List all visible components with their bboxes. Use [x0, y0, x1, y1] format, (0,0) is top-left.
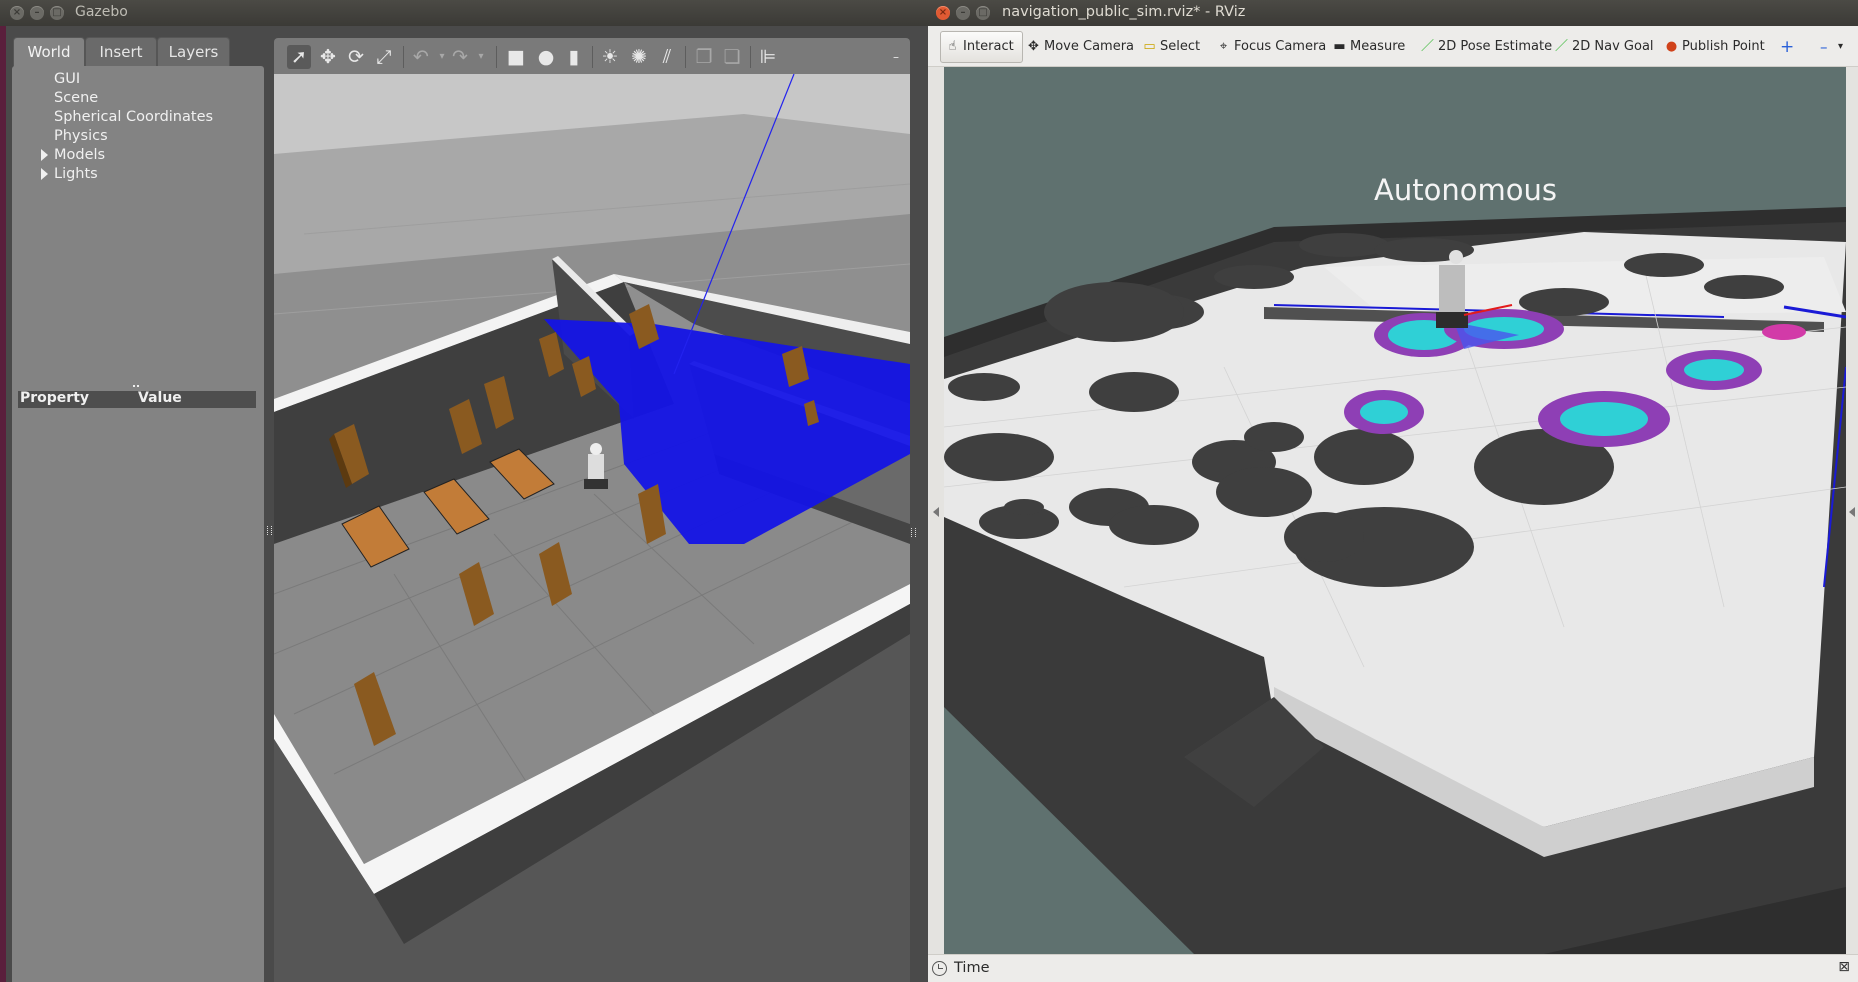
viewport-splitter[interactable]: [910, 38, 918, 982]
tool-2d-nav-goal[interactable]: ／ 2D Nav Goal: [1554, 36, 1654, 58]
rviz-toolbar: ☝ Interact ✥ Move Camera ▭ Select ⌖ Focus Ca…: [928, 27, 1858, 67]
toolbar-separator: [592, 46, 593, 68]
splitter-handle[interactable]: [133, 385, 139, 389]
sphere-shape-icon[interactable]: ●: [534, 45, 558, 69]
tool-label: Interact: [963, 39, 1014, 54]
rviz-titlebar: × – □ navigation_public_sim.rviz* - RViz: [928, 0, 1858, 26]
tree-item-physics[interactable]: Physics: [54, 128, 108, 144]
directional-light-icon[interactable]: ⫽: [655, 45, 679, 69]
expand-left-icon[interactable]: [933, 507, 939, 517]
toolbar-separator: [685, 46, 686, 68]
pose-arrow-icon: ／: [1420, 39, 1434, 54]
expand-right-icon[interactable]: [1849, 507, 1855, 517]
tool-publish-point[interactable]: ● Publish Point: [1664, 36, 1765, 58]
tree-item-scene[interactable]: Scene: [54, 90, 98, 106]
gazebo-3d-viewport[interactable]: [274, 74, 910, 982]
window-title: Gazebo: [75, 4, 128, 20]
goal-arrow-icon: ／: [1554, 39, 1568, 54]
close-icon[interactable]: ×: [936, 6, 950, 20]
close-icon[interactable]: ×: [10, 6, 24, 20]
desktop-edge: [0, 26, 6, 982]
move-camera-icon: ✥: [1028, 39, 1039, 54]
tool-label: Measure: [1350, 39, 1406, 54]
focus-camera-icon: ⌖: [1219, 39, 1228, 54]
gazebo-window: × – □ Gazebo World Insert Layers GUI Sce…: [0, 0, 928, 982]
add-tool-icon[interactable]: +: [1780, 36, 1794, 58]
tool-move-camera[interactable]: ✥ Move Camera: [1026, 36, 1134, 58]
autonomous-overlay-text: Autonomous: [1374, 173, 1557, 207]
paste-icon[interactable]: ❏: [720, 45, 744, 69]
map-pin-icon: ●: [1665, 39, 1678, 54]
close-panel-icon[interactable]: ⊠: [1838, 959, 1850, 975]
gazebo-toolbar: ➚ ✥ ⟳ ⤢ ↶ ▾ ↷ ▾ ■ ● ▮ ☀ ✺ ⫽ ❐ ❏ ⊫ –: [274, 38, 910, 74]
tool-label: 2D Pose Estimate: [1438, 39, 1553, 54]
gazebo-titlebar: × – □ Gazebo: [0, 0, 928, 26]
gazebo-scene-canvas[interactable]: [274, 74, 910, 982]
right-dock-collapsed[interactable]: [1846, 67, 1858, 954]
tool-label: 2D Nav Goal: [1572, 39, 1654, 54]
spot-light-icon[interactable]: ✺: [627, 45, 651, 69]
value-header: Value: [138, 390, 182, 406]
rviz-window: × – □ navigation_public_sim.rviz* - RViz…: [928, 0, 1858, 982]
minimize-icon[interactable]: –: [956, 6, 970, 20]
toolbar-menu-icon[interactable]: ▾: [1838, 36, 1843, 58]
tool-measure[interactable]: ▬ Measure: [1332, 36, 1405, 58]
copy-icon[interactable]: ❐: [692, 45, 716, 69]
time-panel: Time ⊠: [928, 954, 1858, 982]
scale-mode-icon[interactable]: ⤢: [372, 45, 396, 69]
left-dock-collapsed[interactable]: [928, 67, 944, 954]
point-light-icon[interactable]: ☀: [598, 45, 622, 69]
tool-2d-pose-estimate[interactable]: ／ 2D Pose Estimate: [1420, 36, 1552, 58]
cylinder-shape-icon[interactable]: ▮: [562, 45, 586, 69]
ruler-icon: ▬: [1333, 39, 1346, 54]
remove-tool-icon[interactable]: –: [1820, 36, 1828, 58]
rviz-3d-viewport[interactable]: Autonomous: [944, 67, 1846, 954]
property-table-header: Property Value: [18, 390, 256, 408]
tool-label: Move Camera: [1044, 39, 1135, 54]
tree-item-models[interactable]: Models: [54, 147, 105, 163]
minimize-icon[interactable]: –: [30, 6, 44, 20]
box-shape-icon[interactable]: ■: [504, 45, 528, 69]
redo-history-icon[interactable]: ▾: [469, 45, 493, 69]
splitter-grip-icon[interactable]: [911, 528, 916, 537]
world-panel: GUI Scene Spherical Coordinates Physics …: [12, 66, 264, 982]
property-header: Property: [20, 390, 90, 406]
toolbar-separator: [496, 46, 497, 68]
panel-splitter[interactable]: [266, 66, 274, 982]
tool-select[interactable]: ▭ Select: [1142, 36, 1200, 58]
splitter-grip-icon[interactable]: [267, 526, 272, 535]
clock-icon: [932, 961, 947, 976]
expand-arrow-icon[interactable]: [41, 149, 48, 161]
toolbar-separator: [403, 46, 404, 68]
tab-layers[interactable]: Layers: [157, 37, 230, 67]
tab-world[interactable]: World: [13, 37, 85, 67]
toolbar-more-icon[interactable]: –: [884, 45, 908, 69]
select-mode-icon[interactable]: ➚: [287, 45, 311, 69]
translate-mode-icon[interactable]: ✥: [316, 45, 340, 69]
maximize-icon[interactable]: □: [50, 6, 64, 20]
time-panel-label: Time: [954, 960, 990, 976]
toolbar-separator: [750, 46, 751, 68]
tool-label: Focus Camera: [1234, 39, 1327, 54]
tool-focus-camera[interactable]: ⌖ Focus Camera: [1216, 36, 1326, 58]
tool-interact[interactable]: ☝ Interact: [940, 31, 1023, 63]
rotate-mode-icon[interactable]: ⟳: [344, 45, 368, 69]
tool-label: Select: [1160, 39, 1201, 54]
window-title: navigation_public_sim.rviz* - RViz: [1002, 4, 1246, 20]
expand-arrow-icon[interactable]: [41, 168, 48, 180]
align-icon[interactable]: ⊫: [756, 45, 780, 69]
hand-icon: ☝: [948, 39, 957, 54]
tree-item-spherical-coordinates[interactable]: Spherical Coordinates: [54, 109, 213, 125]
maximize-icon[interactable]: □: [976, 6, 990, 20]
tree-item-lights[interactable]: Lights: [54, 166, 98, 182]
tab-insert[interactable]: Insert: [85, 37, 157, 67]
tool-label: Publish Point: [1682, 39, 1765, 54]
tree-item-gui[interactable]: GUI: [54, 71, 80, 87]
select-box-icon: ▭: [1143, 39, 1156, 54]
